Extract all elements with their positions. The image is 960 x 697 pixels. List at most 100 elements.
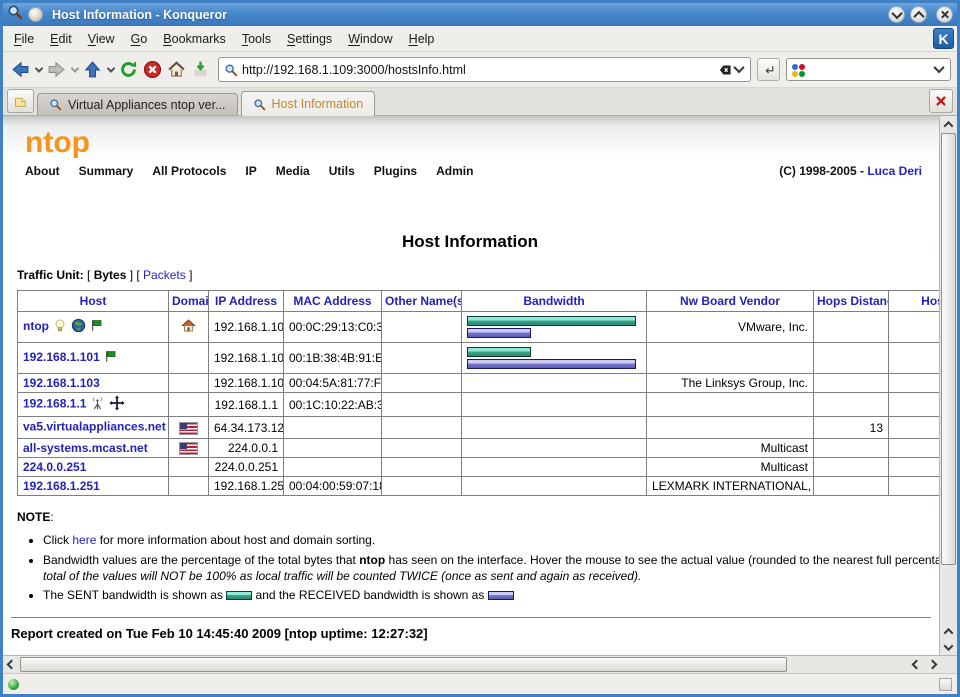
- nav-media[interactable]: Media: [276, 164, 310, 178]
- menu-window[interactable]: Window: [340, 29, 400, 49]
- stop-icon: [143, 60, 162, 79]
- up-dropdown[interactable]: [105, 56, 116, 84]
- table-row: ntop 192.168.1.109 00:0C:29:13:C0:36 VMw…: [18, 312, 940, 343]
- menu-bar: File Edit View Go Bookmarks Tools Settin…: [3, 26, 957, 52]
- stop-button[interactable]: [141, 56, 164, 84]
- nav-summary[interactable]: Summary: [79, 164, 134, 178]
- col-host[interactable]: Host: [18, 291, 169, 312]
- download-button[interactable]: [189, 56, 212, 84]
- tab-host-information[interactable]: Host Information: [241, 91, 376, 116]
- hops-cell: [814, 343, 889, 374]
- mac-cell: [284, 458, 382, 477]
- host-link[interactable]: va5.virtualappliances.net: [23, 420, 166, 434]
- status-bar: [3, 673, 957, 694]
- host-link[interactable]: 192.168.1.101: [23, 350, 100, 364]
- col-ip-address[interactable]: IP Address: [209, 291, 284, 312]
- horizontal-scroll-thumb[interactable]: [20, 657, 787, 672]
- horizontal-scroll-track[interactable]: [19, 656, 908, 673]
- menu-file[interactable]: File: [6, 29, 42, 49]
- menu-tools[interactable]: Tools: [234, 29, 279, 49]
- forward-history-dropdown[interactable]: [69, 56, 80, 84]
- menu-view[interactable]: View: [80, 29, 123, 49]
- close-button[interactable]: [936, 6, 953, 23]
- minimize-button[interactable]: [888, 6, 905, 23]
- scroll-up-button-bottom[interactable]: [940, 623, 957, 639]
- received-legend-swatch: [488, 591, 514, 600]
- col-bandwidth[interactable]: Bandwidth: [462, 291, 647, 312]
- reload-button[interactable]: [117, 56, 140, 84]
- back-button[interactable]: [9, 56, 32, 84]
- host-link[interactable]: 224.0.0.251: [23, 460, 86, 474]
- vertical-scroll-thumb[interactable]: [941, 133, 956, 565]
- new-tab-icon: [14, 95, 27, 108]
- bandwidth-cell: [462, 417, 647, 439]
- scroll-up-button[interactable]: [940, 116, 957, 132]
- back-history-dropdown[interactable]: [33, 56, 44, 84]
- table-row: 192.168.1.101 192.168.1.101 00:1B:38:4B:…: [18, 343, 940, 374]
- menu-bookmarks[interactable]: Bookmarks: [155, 29, 234, 49]
- col-mac-address[interactable]: MAC Address: [284, 291, 382, 312]
- horizontal-scrollbar[interactable]: [3, 655, 957, 673]
- up-icon: [83, 60, 102, 79]
- host-link[interactable]: 192.168.1.1: [23, 397, 86, 411]
- note-item-sorting: Click here for more information about ho…: [43, 532, 939, 548]
- scroll-left-button-right[interactable]: [908, 656, 924, 673]
- nav-admin[interactable]: Admin: [436, 164, 473, 178]
- menu-go[interactable]: Go: [123, 29, 156, 49]
- up-button[interactable]: [81, 56, 104, 84]
- note-list: Click here for more information about ho…: [29, 532, 939, 603]
- here-link[interactable]: here: [72, 533, 96, 547]
- nav-about[interactable]: About: [25, 164, 60, 178]
- host-link[interactable]: 192.168.1.251: [23, 479, 100, 493]
- hops-cell: [814, 374, 889, 393]
- home-button[interactable]: [165, 56, 188, 84]
- close-tab-button[interactable]: [929, 89, 953, 113]
- scroll-down-button[interactable]: [940, 639, 957, 655]
- search-input[interactable]: [810, 62, 931, 78]
- luca-deri-link[interactable]: Luca Deri: [867, 164, 922, 178]
- host-link[interactable]: all-systems.mcast.net: [23, 441, 148, 455]
- col-other-names[interactable]: Other Name(s): [382, 291, 462, 312]
- location-bar[interactable]: [218, 57, 751, 82]
- vertical-scrollbar[interactable]: [939, 116, 957, 655]
- table-row: va5.virtualappliances.net 64.34.173.121 …: [18, 417, 940, 439]
- nav-utils[interactable]: Utils: [329, 164, 355, 178]
- menu-edit[interactable]: Edit: [42, 29, 80, 49]
- ip-cell: 192.168.1.103: [209, 374, 284, 393]
- menu-settings[interactable]: Settings: [279, 29, 340, 49]
- traffic-unit-packets-link[interactable]: Packets: [143, 268, 186, 282]
- download-icon: [191, 60, 210, 79]
- col-hops-distance[interactable]: Hops Distance: [814, 291, 889, 312]
- scroll-right-button[interactable]: [924, 656, 940, 673]
- vertical-scroll-track[interactable]: [940, 132, 957, 623]
- url-history-dropdown-icon[interactable]: [733, 61, 744, 72]
- go-button[interactable]: [757, 58, 780, 81]
- nav-all-protocols[interactable]: All Protocols: [152, 164, 226, 178]
- col-nw-board-vendor[interactable]: Nw Board Vendor: [647, 291, 814, 312]
- other-names-cell: [382, 477, 462, 496]
- web-search-box[interactable]: [786, 58, 951, 81]
- menu-help[interactable]: Help: [401, 29, 443, 49]
- sticky-window-icon[interactable]: [28, 7, 43, 22]
- other-names-cell: [382, 312, 462, 343]
- maximize-button[interactable]: [910, 6, 927, 23]
- host-link[interactable]: 192.168.1.103: [23, 376, 100, 390]
- tab-virtual-appliances[interactable]: Virtual Appliances ntop ver...: [37, 93, 238, 115]
- clear-location-icon[interactable]: [715, 64, 731, 76]
- ntop-logo[interactable]: ntop: [25, 126, 939, 160]
- search-engine-dropdown-icon[interactable]: [933, 61, 944, 72]
- contact-cell: [889, 393, 940, 417]
- col-host-contact[interactable]: Host Contact: [889, 291, 940, 312]
- resize-grip[interactable]: [939, 678, 952, 691]
- col-domain[interactable]: Domain: [169, 291, 209, 312]
- url-input[interactable]: [242, 63, 711, 77]
- kde-logo-icon[interactable]: K: [933, 28, 954, 49]
- nav-plugins[interactable]: Plugins: [374, 164, 417, 178]
- sent-bandwidth-bar: [467, 347, 531, 357]
- new-tab-button[interactable]: [7, 89, 34, 113]
- forward-button[interactable]: [45, 56, 68, 84]
- ntop-nav: About Summary All Protocols IP Media Uti…: [25, 164, 922, 178]
- nav-ip[interactable]: IP: [245, 164, 256, 178]
- host-link[interactable]: ntop: [23, 319, 49, 333]
- scroll-left-button[interactable]: [3, 656, 19, 673]
